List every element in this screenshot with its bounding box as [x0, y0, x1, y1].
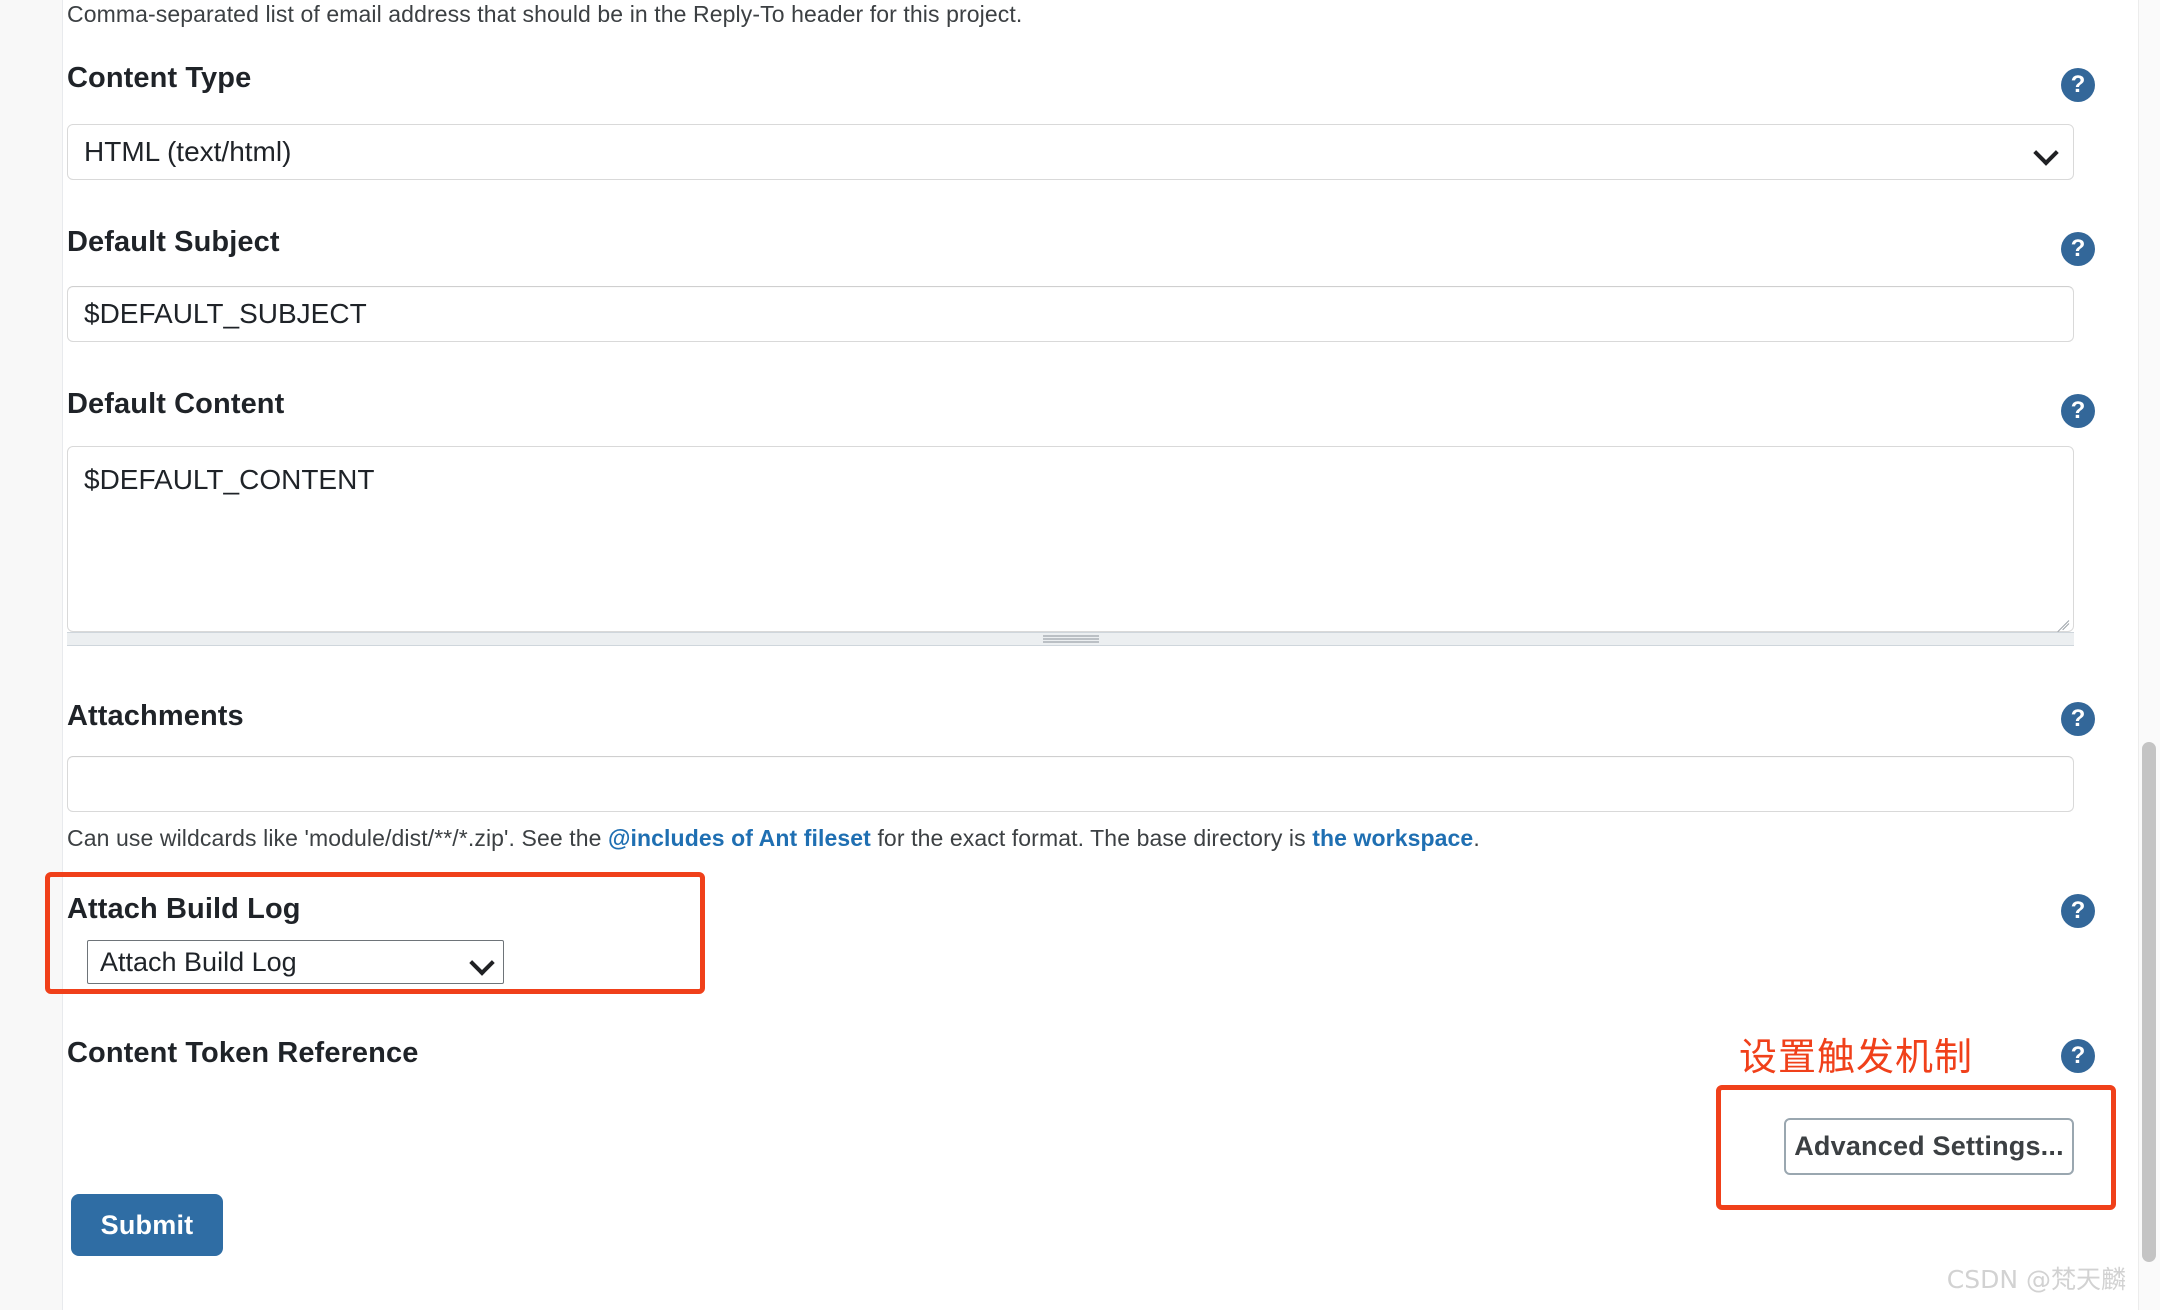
content-token-reference-label: Content Token Reference [67, 1037, 419, 1069]
drag-grip-icon [1042, 635, 1099, 643]
form-content-column: Comma-separated list of email address th… [45, 0, 2138, 1310]
chevron-down-icon [471, 951, 493, 973]
ant-fileset-link[interactable]: @includes of Ant fileset [608, 825, 871, 851]
default-subject-label: Default Subject [67, 226, 280, 258]
attachments-input[interactable] [67, 756, 2074, 812]
attach-build-log-select[interactable]: Attach Build Log [87, 940, 504, 984]
page-root: Comma-separated list of email address th… [0, 0, 2160, 1310]
attachments-label: Attachments [67, 700, 244, 732]
advanced-settings-button[interactable]: Advanced Settings... [1784, 1118, 2074, 1175]
workspace-link[interactable]: the workspace [1312, 825, 1473, 851]
default-subject-input[interactable] [67, 286, 2074, 342]
content-type-select[interactable]: HTML (text/html) [67, 124, 2074, 180]
attachments-hint-text-2: for the exact format. The base directory… [870, 825, 1313, 851]
left-gutter [0, 0, 62, 1310]
attach-build-log-selected-value: Attach Build Log [100, 946, 297, 977]
submit-button[interactable]: Submit [71, 1194, 223, 1256]
reply-to-help-text: Comma-separated list of email address th… [67, 1, 1023, 27]
page-scrollbar-thumb[interactable] [2142, 742, 2156, 1262]
default-content-label: Default Content [67, 388, 285, 420]
attachments-hint-text-3: . [1473, 825, 1480, 851]
default-content-textarea[interactable] [67, 446, 2074, 632]
content-type-label: Content Type [67, 62, 252, 94]
attachments-hint: Can use wildcards like 'module/dist/**/*… [67, 825, 1480, 852]
textarea-drag-bar[interactable] [67, 632, 2074, 646]
attachments-help-icon[interactable]: ? [2061, 702, 2095, 736]
default-subject-help-icon[interactable]: ? [2061, 232, 2095, 266]
attach-build-log-label: Attach Build Log [67, 893, 301, 925]
default-content-help-icon[interactable]: ? [2061, 394, 2095, 428]
attach-build-log-help-icon[interactable]: ? [2061, 894, 2095, 928]
content-type-help-icon[interactable]: ? [2061, 68, 2095, 102]
content-type-selected-value: HTML (text/html) [84, 136, 292, 167]
watermark: CSDN @梵天麟 [1946, 1265, 2126, 1294]
attachments-hint-text-1: Can use wildcards like 'module/dist/**/*… [67, 825, 608, 851]
content-token-reference-help-icon[interactable]: ? [2061, 1039, 2095, 1073]
chinese-annotation-text: 设置触发机制 [1739, 1035, 1974, 1079]
chevron-down-icon [2035, 141, 2057, 163]
